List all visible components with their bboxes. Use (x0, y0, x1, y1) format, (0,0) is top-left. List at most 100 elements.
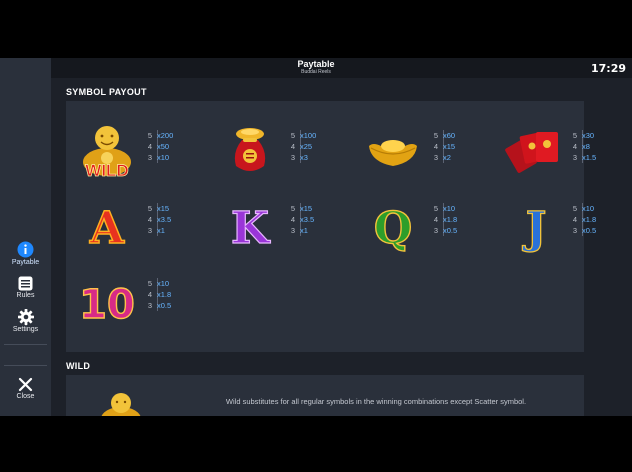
red-envelopes-icon (505, 132, 558, 173)
payout-value: x15 (443, 142, 456, 151)
sidebar: Paytable Rules Settings Close (0, 58, 51, 416)
gear-icon (17, 309, 34, 325)
number-10-icon: 10 (78, 281, 135, 328)
symbol-letter-a: A 5 x15 4 x3.5 3 x1 (71, 195, 201, 255)
wild-description: Wild substitutes for all regular symbols… (225, 397, 527, 406)
symbol-letter-j: J 5 x10 4 x1.8 3 x0.5 (500, 195, 596, 255)
sidebar-item-settings[interactable]: Settings (0, 309, 51, 333)
payout-row: 5 x10 (148, 278, 171, 289)
payout-row: 3 x0.5 (434, 225, 457, 236)
payout-value: x60 (443, 131, 456, 140)
symbol-letter-q: Q 5 x10 4 x1.8 3 x0.5 (357, 195, 487, 255)
payout-value: x1.8 (582, 215, 597, 224)
payout-value: x50 (157, 142, 170, 151)
payout-count: 5 (290, 131, 295, 140)
payout-row: 4 x50 (148, 141, 173, 152)
payout-row: 3 x10 (148, 152, 173, 163)
symbol-letter-k: K 5 x15 4 x3.5 3 x1 (214, 195, 344, 255)
payout-value: x0.5 (157, 301, 172, 310)
payout-list: 5 x200 4 x50 3 x10 (148, 130, 174, 163)
payout-count: 3 (433, 153, 438, 162)
payout-row: 4 x3.5 (148, 214, 171, 225)
letter-q-icon: Q (373, 202, 413, 254)
buddha-wild-icon (101, 393, 141, 416)
payout-row: 4 x1.8 (434, 214, 457, 225)
payout-count: 3 (572, 226, 577, 235)
payout-count: 3 (147, 226, 152, 235)
payout-row: 4 x8 (573, 141, 596, 152)
payout-row: 5 x10 (434, 203, 457, 214)
payout-row: 4 x3.5 (291, 214, 314, 225)
payout-count: 3 (290, 153, 295, 162)
page-title: Paytable (297, 59, 335, 69)
payout-count: 4 (572, 215, 577, 224)
payout-value: x10 (582, 204, 595, 213)
payout-list: 5 x10 4 x1.8 3 x0.5 (434, 203, 457, 236)
payout-value: x1.5 (582, 153, 597, 162)
payout-count: 4 (147, 290, 152, 299)
payout-value: x10 (443, 204, 456, 213)
payout-value: x0.5 (443, 226, 458, 235)
payout-list: 5 x10 4 x1.8 3 x0.5 (573, 203, 597, 236)
payout-row: 3 x0.5 (148, 300, 171, 311)
payout-row: 3 x2 (434, 152, 455, 163)
payout-list: 5 x15 4 x3.5 3 x1 (291, 203, 314, 236)
payout-value: x8 (582, 142, 590, 151)
payout-row: 5 x10 (573, 203, 596, 214)
close-button[interactable]: Close (0, 377, 51, 400)
payout-row: 3 x1.5 (573, 152, 596, 163)
payout-count: 4 (147, 215, 152, 224)
symbol-payout-panel: WILD 5 x200 4 x50 3 x10 5 x100 4 x25 3 x… (66, 101, 596, 352)
paytable-content[interactable]: SYMBOL PAYOUT WILD 5 x200 4 x50 3 x10 5 … (51, 78, 632, 416)
payout-value: x15 (300, 204, 313, 213)
payout-count: 4 (572, 142, 577, 151)
payout-value: x15 (157, 204, 170, 213)
sidebar-item-label: Rules (16, 292, 35, 299)
sidebar-item-rules[interactable]: Rules (0, 276, 51, 299)
payout-value: x3.5 (300, 215, 315, 224)
payout-row: 5 x100 (291, 130, 316, 141)
money-bag-icon (234, 128, 266, 171)
payout-row: 3 x1 (291, 225, 314, 236)
payout-count: 4 (290, 142, 295, 151)
payout-value: x3 (300, 153, 308, 162)
payout-count: 3 (147, 301, 152, 310)
payout-value: x1.8 (157, 290, 172, 299)
payout-row: 4 x1.8 (148, 289, 171, 300)
payout-list: 5 x30 4 x8 3 x1.5 (573, 130, 596, 163)
payout-value: x200 (157, 131, 174, 140)
payout-list: 5 x60 4 x15 3 x2 (434, 130, 455, 163)
sidebar-item-label: Settings (12, 326, 39, 333)
payout-count: 4 (433, 215, 438, 224)
payout-count: 3 (290, 226, 295, 235)
payout-count: 4 (290, 215, 295, 224)
wild-heading: WILD (66, 361, 91, 371)
payout-list: 5 x10 4 x1.8 3 x0.5 (148, 278, 171, 311)
payout-count: 5 (147, 204, 152, 213)
payout-row: 5 x60 (434, 130, 455, 141)
symbol-red-envelopes: 5 x30 4 x8 3 x1.5 (500, 122, 596, 182)
payout-list: 5 x100 4 x25 3 x3 (291, 130, 316, 163)
payout-list: 5 x15 4 x3.5 3 x1 (148, 203, 171, 236)
sidebar-item-paytable[interactable]: Paytable (0, 241, 51, 266)
letter-k-text: K (231, 203, 271, 254)
letter-k-icon: K (230, 202, 271, 254)
close-icon (18, 377, 33, 392)
symbol-gold-ingot: 5 x60 4 x15 3 x2 (357, 122, 487, 182)
payout-value: x25 (300, 142, 313, 151)
payout-count: 5 (147, 131, 152, 140)
symbol-number-10: 10 5 x10 4 x1.8 3 x0.5 (71, 270, 201, 330)
letterbox-top (0, 0, 632, 58)
header-bar: Paytable Buddai Reels 17:29 (0, 58, 632, 78)
symbol-payout-heading: SYMBOL PAYOUT (66, 87, 147, 97)
letterbox-bottom (0, 416, 632, 472)
payout-row: 4 x25 (291, 141, 316, 152)
sidebar-item-label: Paytable (11, 259, 40, 266)
payout-value: x1 (157, 226, 165, 235)
payout-value: x1 (300, 226, 308, 235)
payout-row: 5 x15 (291, 203, 314, 214)
payout-value: x1.8 (443, 215, 458, 224)
payout-value: x10 (157, 279, 170, 288)
payout-row: 4 x15 (434, 141, 455, 152)
letter-j-text: J (522, 203, 547, 254)
